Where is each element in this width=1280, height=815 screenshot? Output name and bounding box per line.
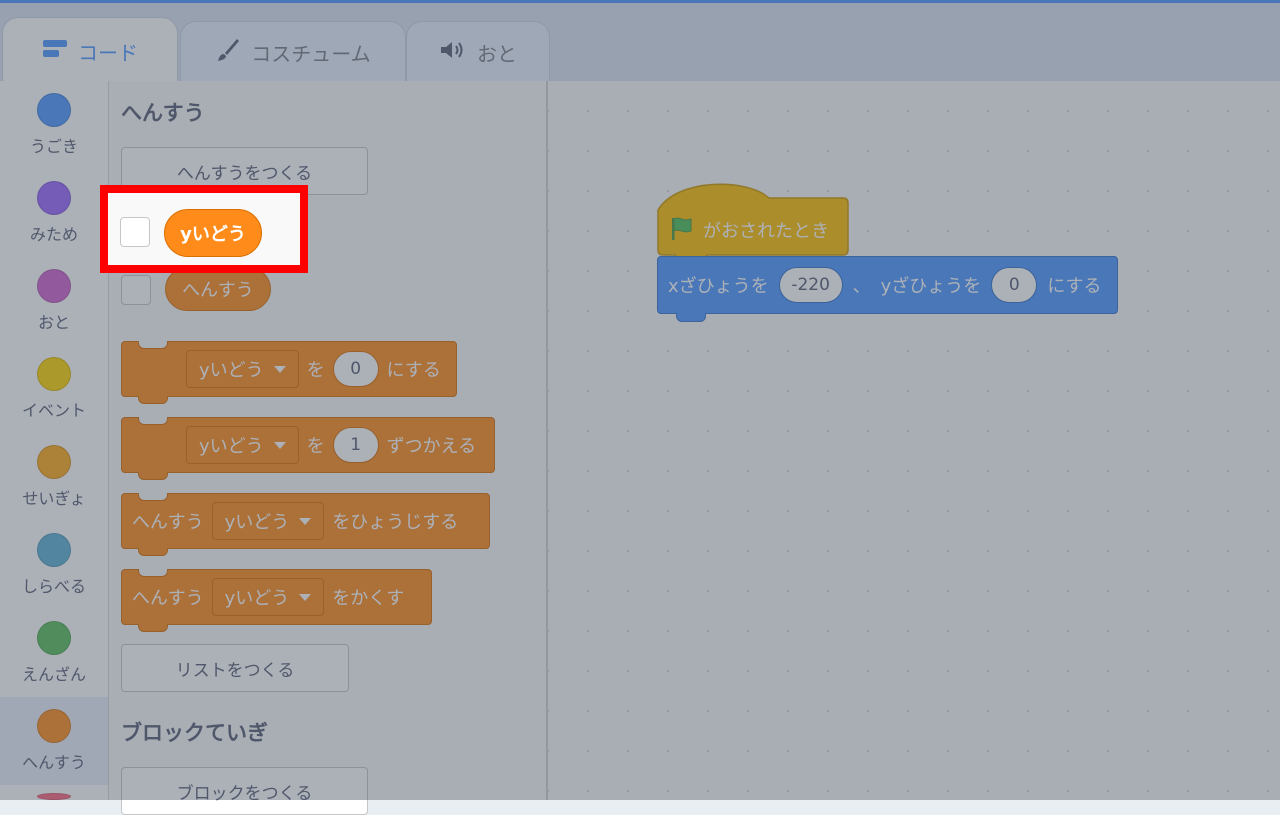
- go-to-xy-block[interactable]: xざひょうを -220 、 yざひょうを 0 にする: [657, 256, 1118, 322]
- block-text: を: [306, 360, 325, 381]
- show-variable-block[interactable]: へんすう yいどう をひょうじする: [121, 493, 490, 556]
- variable-dropdown[interactable]: yいどう: [211, 578, 325, 616]
- speaker-icon: [439, 39, 467, 66]
- code-blocks-icon: [42, 39, 68, 64]
- block-text: yざひょうを: [880, 276, 982, 297]
- category-dot: [37, 621, 71, 655]
- block-tab: [138, 624, 168, 632]
- caret-down-icon: [299, 517, 312, 525]
- block-notch: [138, 417, 168, 425]
- when-flag-clicked-block[interactable]: がおされたとき: [657, 180, 849, 264]
- caret-down-icon: [273, 365, 286, 373]
- y-variable-monitor-checkbox[interactable]: [120, 217, 150, 247]
- green-flag-icon: [669, 216, 695, 246]
- category-label: へんすう: [22, 753, 86, 772]
- hide-variable-block[interactable]: へんすう yいどう をかくす: [121, 569, 432, 632]
- block-tab: [676, 313, 706, 322]
- variable-reporter-default[interactable]: へんすう: [165, 267, 271, 311]
- category-variables[interactable]: へんすう: [0, 697, 108, 785]
- category-operators[interactable]: えんざん: [0, 609, 108, 697]
- make-block-button[interactable]: ブロックをつくる: [121, 767, 368, 815]
- tab-costumes-label: コスチューム: [251, 42, 371, 66]
- tab-code-label: コード: [78, 40, 138, 65]
- category-looks[interactable]: みため: [0, 169, 108, 257]
- block-text: をかくす: [332, 588, 405, 609]
- variable-monitor-checkbox[interactable]: [121, 275, 151, 305]
- dropdown-label: yいどう: [199, 436, 264, 457]
- dropdown-label: yいどう: [199, 360, 264, 381]
- dropdown-label: yいどう: [224, 588, 290, 609]
- category-label: えんざん: [21, 665, 86, 684]
- category-dot: [37, 709, 71, 743]
- category-sound[interactable]: おと: [0, 257, 108, 345]
- set-variable-block[interactable]: yいどう を 0 にする: [121, 341, 457, 404]
- number-input[interactable]: 0: [332, 351, 379, 387]
- block-notch: [138, 569, 168, 577]
- category-label: うごき: [29, 137, 78, 156]
- category-motion[interactable]: うごき: [0, 81, 108, 169]
- variable-reporter-y[interactable]: yいどう: [164, 209, 262, 257]
- category-sensing[interactable]: しらべる: [0, 521, 108, 609]
- category-label: みため: [29, 225, 78, 244]
- block-notch: [138, 341, 168, 349]
- block-notch: [138, 493, 168, 501]
- block-tab: [138, 548, 168, 556]
- block-text: xざひょうを: [668, 276, 769, 297]
- category-dot: [37, 93, 71, 127]
- category-events[interactable]: イベント: [0, 345, 108, 433]
- x-input[interactable]: -220: [778, 267, 843, 303]
- category-dot: [37, 269, 71, 303]
- category-dot: [37, 533, 71, 567]
- variable-dropdown[interactable]: yいどう: [186, 426, 299, 464]
- category-menu: うごき みため おと イベント せいぎょ しらべる えんざん へんすう: [0, 81, 109, 800]
- dropdown-label: yいどう: [224, 512, 290, 533]
- make-list-button[interactable]: リストをつくる: [121, 644, 349, 692]
- category-control[interactable]: せいぎょ: [0, 433, 108, 521]
- block-text: 、: [852, 276, 871, 297]
- hat-block-label: がおされたとき: [703, 221, 829, 242]
- category-dot: [37, 357, 71, 391]
- category-label: せいぎょ: [22, 489, 86, 508]
- variables-heading: へんすう: [121, 101, 205, 125]
- variable-dropdown[interactable]: yいどう: [186, 350, 299, 388]
- category-myblocks-partial[interactable]: [0, 785, 108, 800]
- category-label: おと: [37, 313, 70, 332]
- caret-down-icon: [273, 441, 286, 449]
- brush-icon: [215, 37, 241, 68]
- tab-sounds[interactable]: おと: [406, 21, 550, 83]
- category-label: しらべる: [21, 577, 86, 596]
- variable-dropdown[interactable]: yいどう: [211, 502, 325, 540]
- block-tab: [138, 472, 168, 480]
- block-text: にする: [1047, 276, 1102, 297]
- category-dot: [37, 793, 71, 800]
- block-text: にする: [386, 360, 441, 381]
- block-text: ずつかえる: [386, 436, 477, 457]
- caret-down-icon: [299, 593, 312, 601]
- highlight-frame: yいどう: [100, 185, 308, 273]
- tab-costumes[interactable]: コスチューム: [180, 21, 406, 83]
- category-dot: [37, 445, 71, 479]
- myblocks-heading: ブロックていぎ: [121, 721, 268, 745]
- number-input[interactable]: 1: [332, 427, 379, 463]
- block-tab: [138, 396, 168, 404]
- block-text: を: [306, 436, 325, 457]
- category-label: イベント: [21, 401, 86, 420]
- change-variable-block[interactable]: yいどう を 1 ずつかえる: [121, 417, 495, 480]
- block-text: へんすう: [132, 588, 204, 609]
- tab-sounds-label: おと: [477, 42, 517, 66]
- editor-tab-bar: コード コスチューム おと: [0, 3, 1280, 84]
- block-text: へんすう: [132, 512, 204, 533]
- block-text: をひょうじする: [332, 512, 459, 533]
- category-dot: [37, 181, 71, 215]
- y-input[interactable]: 0: [991, 267, 1038, 303]
- tab-code[interactable]: コード: [2, 17, 178, 84]
